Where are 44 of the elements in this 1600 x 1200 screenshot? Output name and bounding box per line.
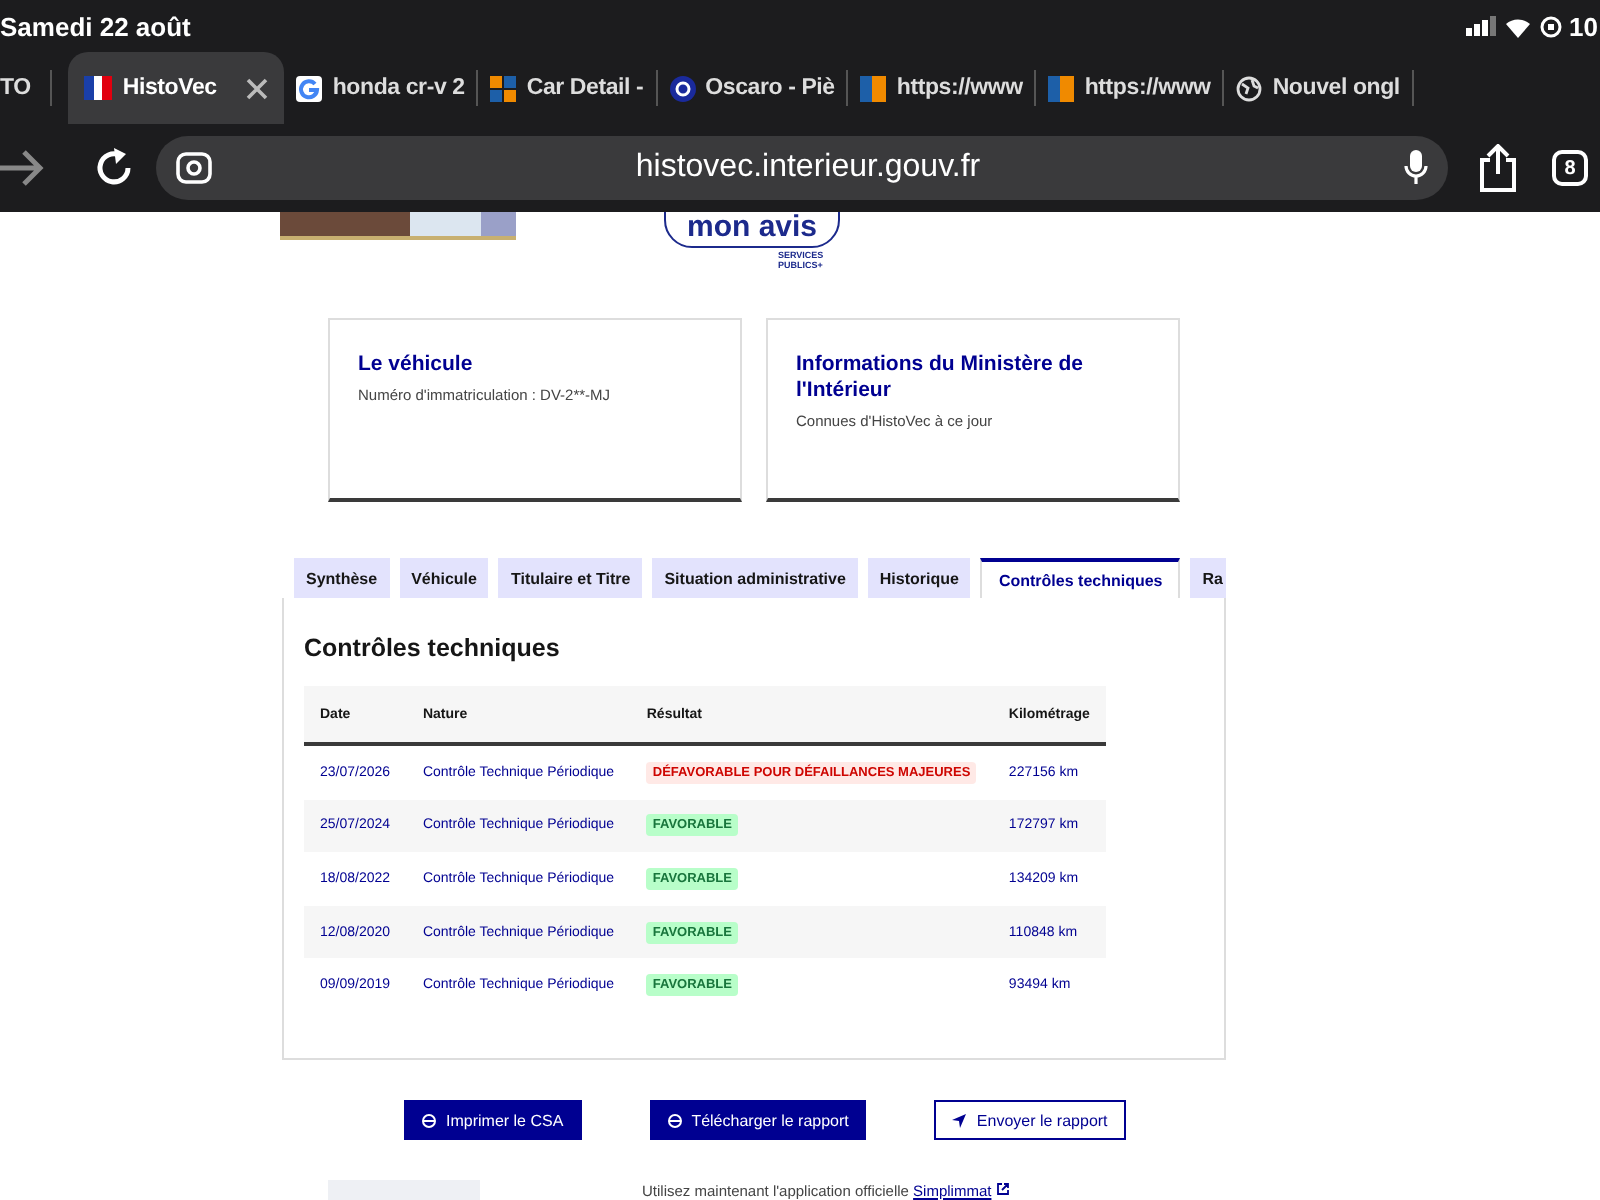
share-icon[interactable] [1480, 144, 1516, 192]
browser-tab[interactable]: Nouvel ongl [1224, 70, 1414, 106]
browser-tab[interactable]: Oscaro - Piè [657, 70, 849, 106]
tab[interactable]: Historique [867, 558, 971, 598]
browser-tab[interactable]: https://www [1036, 70, 1225, 106]
circle-logo-icon [669, 75, 696, 101]
microphone-icon[interactable] [1404, 150, 1428, 186]
browser-tab[interactable]: https://www [848, 70, 1037, 106]
tab[interactable]: Situation administrative [652, 558, 858, 598]
action-button[interactable]: Télécharger le rapport [649, 1100, 867, 1140]
reload-icon[interactable] [92, 146, 136, 190]
browser-tab[interactable]: Car Detail - [478, 70, 658, 106]
address-bar[interactable]: histovec.interieur.gouv.fr [156, 136, 1448, 200]
card-title: Informations du Ministère de l'Intérieur [796, 352, 1086, 404]
split-square-icon [1048, 75, 1075, 101]
forward-arrow-icon[interactable] [0, 148, 44, 188]
feedback-badge[interactable]: mon avis [664, 212, 840, 248]
tab[interactable]: Ra [1190, 558, 1226, 598]
browser-tab[interactable]: honda cr-v 2 [284, 70, 479, 106]
section-title: Contrôles techniques [304, 634, 562, 662]
status-time: Samedi 22 août [0, 11, 191, 41]
g-logo-icon [296, 75, 323, 101]
tab[interactable]: Titulaire et Titre [498, 558, 643, 598]
external-link-icon [995, 1182, 1010, 1196]
flag-icon [84, 76, 113, 100]
card-title: Le véhicule [358, 352, 475, 378]
camera-search-icon[interactable] [176, 152, 212, 184]
action-button[interactable]: Envoyer le rapport [934, 1100, 1126, 1140]
squares-icon [490, 75, 517, 101]
split-square-icon [860, 75, 887, 101]
battery-percent: 10 [1569, 11, 1598, 41]
tab-count-button[interactable]: 8 [1552, 150, 1588, 186]
browser-tab[interactable]: HistoVec [68, 52, 285, 124]
tab[interactable]: Contrôles techniques [980, 558, 1181, 598]
globe-icon [1236, 75, 1263, 101]
wifi-icon [1503, 15, 1532, 37]
tab[interactable]: Véhicule [399, 558, 489, 598]
tab[interactable]: Synthèse [294, 558, 390, 598]
close-icon[interactable] [246, 77, 269, 99]
signal-icon [1465, 16, 1496, 36]
action-button[interactable]: Imprimer le CSA [404, 1100, 582, 1140]
browser-tab[interactable]: TO [0, 70, 53, 106]
orientation-lock-icon [1539, 15, 1562, 37]
send-arrow-icon [952, 1113, 967, 1127]
